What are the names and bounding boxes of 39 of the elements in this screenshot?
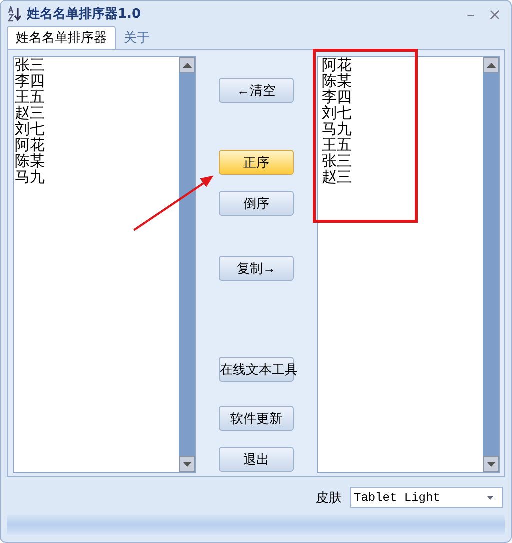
minimize-button[interactable]: – [461, 4, 481, 24]
list-item: 马九 [15, 170, 46, 186]
skin-dropdown[interactable]: Tablet Light [350, 487, 503, 508]
action-button[interactable]: 复制→ [219, 256, 294, 281]
tab[interactable]: 姓名名单排序器 [7, 26, 116, 49]
caret-icon[interactable] [487, 496, 494, 500]
scroll-up-icon[interactable] [483, 57, 499, 73]
scroll-down-icon[interactable] [483, 456, 499, 472]
action-button[interactable]: 软件更新 [219, 406, 294, 431]
close-button[interactable]: × [485, 4, 505, 24]
list-item: 陈某 [15, 154, 46, 170]
action-button[interactable]: ←清空 [219, 78, 294, 103]
scroll-down-icon[interactable] [179, 456, 196, 472]
action-button[interactable]: 退出 [219, 447, 294, 472]
list-item: 张三 [322, 154, 353, 170]
output-list-box[interactable]: 阿花 陈某 李四 刘七 马九 王五 张三 赵三 [316, 56, 500, 473]
tab[interactable]: 关于 [116, 27, 158, 49]
input-list-box[interactable]: 张三 李四 王五 赵三 刘七 阿花 陈某 马九 [13, 56, 196, 473]
window-title: 姓名名单排序器1.0 [27, 6, 142, 23]
scrollbar[interactable] [179, 57, 196, 472]
action-button[interactable]: 倒序 [219, 191, 294, 216]
list-item: 赵三 [15, 106, 46, 122]
list-item: 赵三 [322, 170, 353, 186]
list-item: 王五 [322, 138, 353, 154]
list-item: 张三 [15, 58, 46, 74]
scroll-up-icon[interactable] [179, 57, 196, 73]
sort-icon [7, 6, 23, 22]
list-item: 刘七 [322, 106, 353, 122]
list-item: 李四 [15, 74, 46, 90]
list-item: 陈某 [322, 74, 353, 90]
list-item: 刘七 [15, 122, 46, 138]
list-item: 王五 [15, 90, 46, 106]
list-item: 李四 [322, 90, 353, 106]
list-item: 马九 [322, 122, 353, 138]
action-button[interactable]: 正序 [219, 150, 294, 175]
list-item: 阿花 [15, 138, 46, 154]
scrollbar[interactable] [483, 57, 499, 472]
list-item: 阿花 [322, 58, 353, 74]
skin-label: 皮肤 [316, 490, 342, 506]
